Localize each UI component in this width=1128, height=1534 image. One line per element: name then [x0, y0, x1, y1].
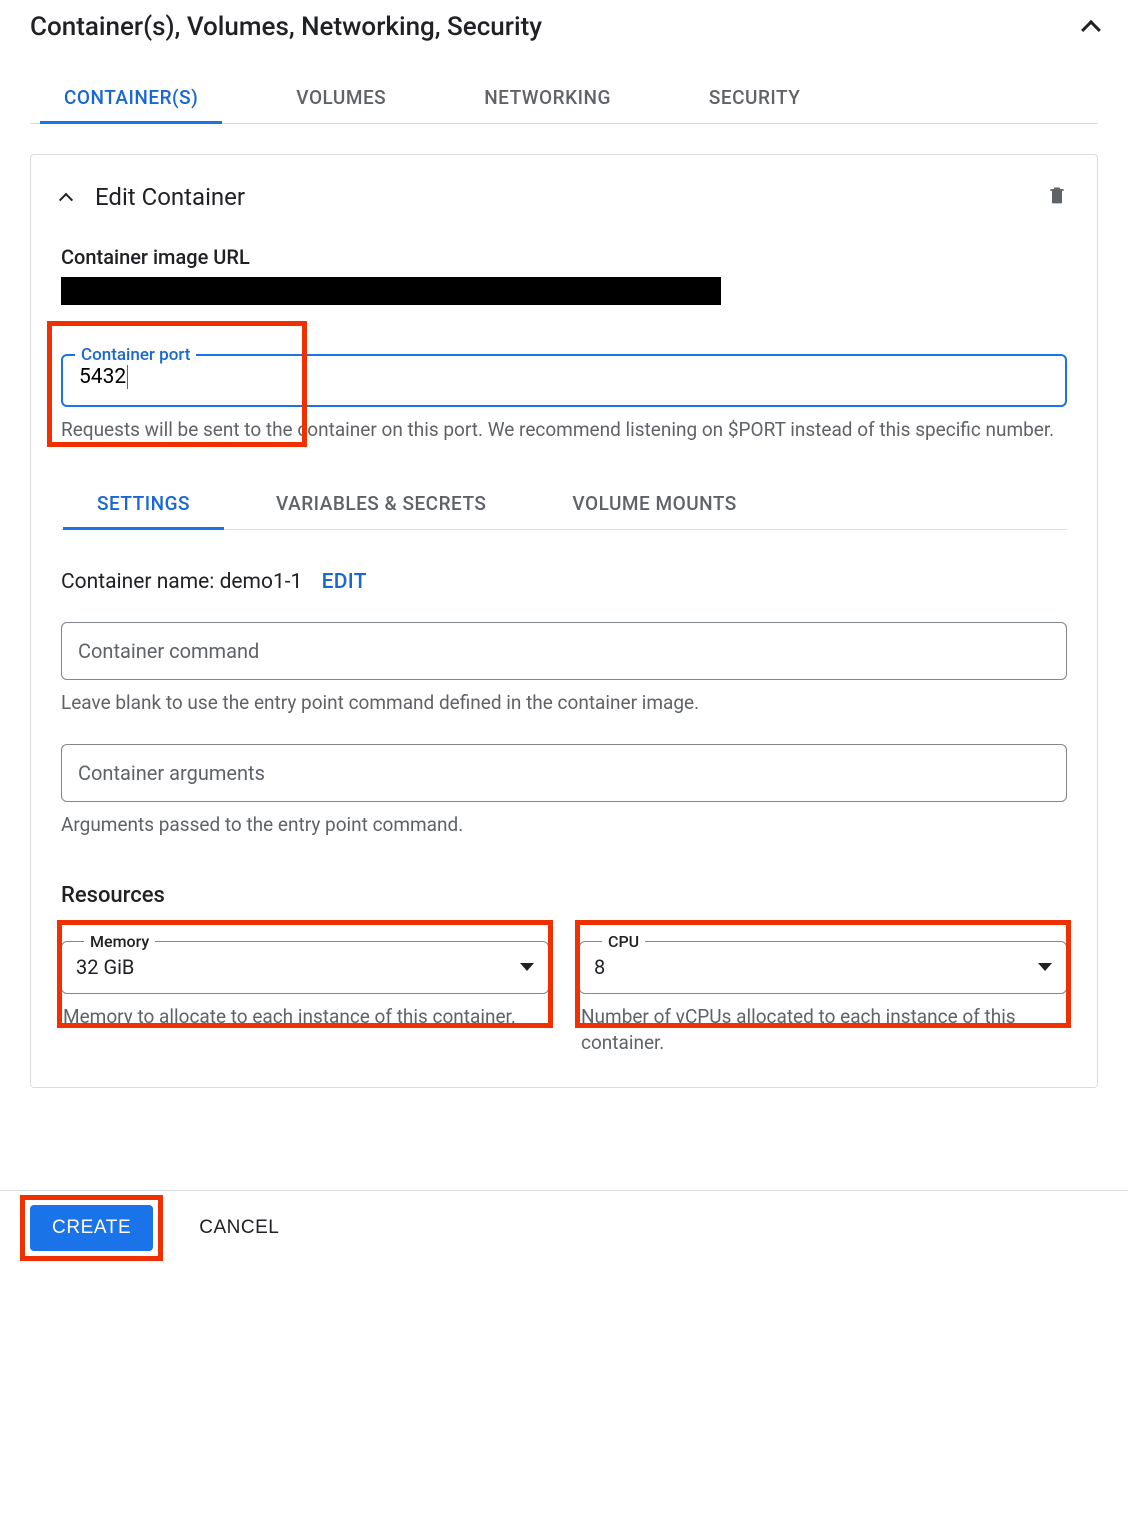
memory-helper: Memory to allocate to each instance of t…: [61, 1004, 549, 1031]
cancel-button[interactable]: CANCEL: [193, 1216, 285, 1240]
memory-label: Memory: [84, 932, 155, 951]
container-port-field[interactable]: Container port: [61, 345, 1067, 407]
section-title: Container(s), Volumes, Networking, Secur…: [30, 12, 542, 42]
inner-tab-volume-mounts[interactable]: VOLUME MOUNTS: [568, 478, 740, 529]
cpu-helper: Number of vCPUs allocated to each instan…: [579, 1004, 1067, 1057]
cpu-label: CPU: [602, 932, 645, 951]
container-port-helper: Requests will be sent to the container o…: [61, 417, 1067, 444]
text-caret: [127, 365, 128, 389]
container-name-value: demo1-1: [220, 570, 303, 594]
container-name-label: Container name:: [61, 570, 220, 594]
container-arguments-helper: Arguments passed to the entry point comm…: [61, 812, 1067, 839]
container-port-label: Container port: [75, 345, 196, 365]
trash-icon[interactable]: [1047, 184, 1067, 210]
container-name-row: Container name: demo1-1 EDIT: [61, 570, 1067, 594]
section-header[interactable]: Container(s), Volumes, Networking, Secur…: [30, 12, 1098, 42]
tab-volumes[interactable]: VOLUMES: [292, 72, 390, 123]
tab-networking[interactable]: NETWORKING: [480, 72, 615, 123]
edit-container-card: Edit Container Container image URL Conta…: [30, 154, 1098, 1088]
tab-security[interactable]: SECURITY: [705, 72, 804, 123]
edit-name-button[interactable]: EDIT: [322, 570, 367, 594]
tab-containers[interactable]: CONTAINER(S): [60, 72, 202, 123]
inner-tab-settings[interactable]: SETTINGS: [93, 478, 194, 529]
container-port-input[interactable]: [63, 365, 1065, 401]
cpu-value: 8: [594, 955, 605, 979]
container-arguments-field[interactable]: Container arguments: [61, 744, 1067, 802]
create-button[interactable]: CREATE: [30, 1205, 153, 1251]
container-command-placeholder: Container command: [78, 639, 259, 663]
top-tabs: CONTAINER(S) VOLUMES NETWORKING SECURITY: [30, 72, 1098, 124]
memory-value: 32 GiB: [76, 955, 134, 979]
image-url-redacted: [61, 277, 721, 305]
chevron-up-icon: [1081, 20, 1101, 40]
chevron-down-icon: [1038, 963, 1052, 971]
container-arguments-placeholder: Container arguments: [78, 761, 265, 785]
container-command-helper: Leave blank to use the entry point comma…: [61, 690, 1067, 717]
chevron-down-icon: [520, 963, 534, 971]
card-title: Edit Container: [95, 183, 245, 211]
container-command-field[interactable]: Container command: [61, 622, 1067, 680]
inner-tab-variables[interactable]: VARIABLES & SECRETS: [272, 478, 490, 529]
cpu-select[interactable]: CPU 8: [579, 932, 1067, 994]
memory-select[interactable]: Memory 32 GiB: [61, 932, 549, 994]
inner-tabs: SETTINGS VARIABLES & SECRETS VOLUME MOUN…: [61, 478, 1067, 530]
resources-heading: Resources: [61, 883, 1067, 908]
image-url-label: Container image URL: [61, 245, 1067, 269]
chevron-up-icon[interactable]: [59, 193, 73, 207]
footer-actions: CREATE CANCEL: [0, 1191, 1128, 1277]
